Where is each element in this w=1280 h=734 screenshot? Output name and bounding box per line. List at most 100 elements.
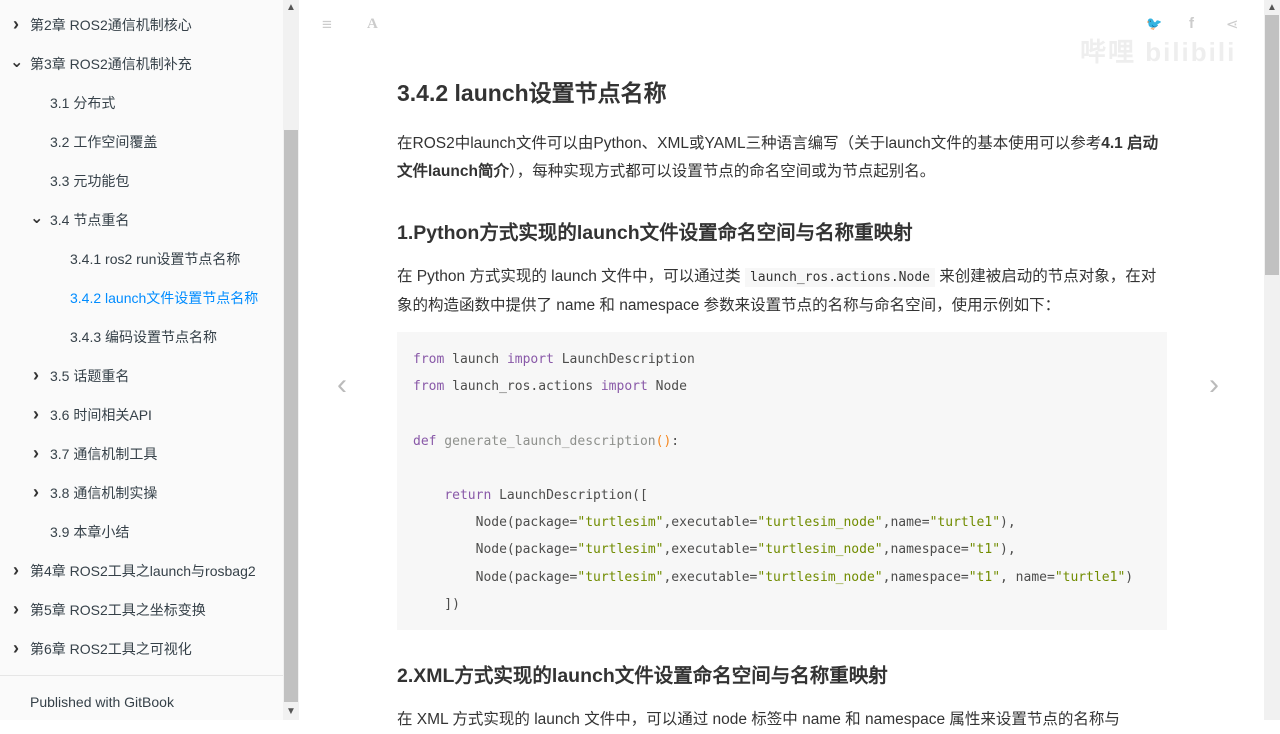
chevron-right-icon[interactable]: › xyxy=(30,482,42,503)
bilibili-watermark: 哔哩 bilibili xyxy=(1080,37,1237,67)
chevron-right-icon[interactable]: › xyxy=(10,560,22,581)
intro-text: 在ROS2中launch文件可以由Python、XML或YAML三种语言编写（关… xyxy=(397,135,1102,152)
code-token-plain: LaunchDescription([ xyxy=(491,487,648,503)
code-token-plain: ,executable= xyxy=(663,515,758,531)
main-scroll-up-icon[interactable]: ▲ xyxy=(1264,2,1280,13)
chevron-down-icon[interactable]: ⌄ xyxy=(10,52,23,72)
code-token-plain: ), xyxy=(1000,542,1016,558)
code-token-plain: ,executable= xyxy=(663,569,758,585)
code-token-plain: Node xyxy=(647,379,687,395)
code-token-str: "turtlesim" xyxy=(577,569,664,585)
code-token-str: "turtlesim_node" xyxy=(757,515,883,531)
sidebar-item-label: 3.4.1 ros2 run设置节点名称 xyxy=(70,250,241,267)
sidebar-item[interactable]: › 3.8 通信机制实操 xyxy=(0,473,283,512)
sidebar-item[interactable]: › 3.7 通信机制工具 xyxy=(0,434,283,473)
scroll-down-icon[interactable]: ▼ xyxy=(283,706,299,717)
sidebar-item[interactable]: 3.4.2 launch文件设置节点名称 xyxy=(0,278,283,317)
code-token-str: "turtlesim" xyxy=(577,542,664,558)
twitter-icon[interactable]: 🐦 xyxy=(1146,16,1162,32)
code-line: ]) xyxy=(413,591,1151,618)
sidebar-item-label: 3.8 通信机制实操 xyxy=(50,484,158,501)
code-line: Node(package="turtlesim",executable="tur… xyxy=(413,536,1151,563)
code-token-plain: ,name= xyxy=(882,515,930,531)
intro-paragraph: 在ROS2中launch文件可以由Python、XML或YAML三种语言编写（关… xyxy=(397,130,1167,186)
code-token-plain: ,executable= xyxy=(663,542,758,558)
chevron-right-icon[interactable]: › xyxy=(30,443,42,464)
code-token-plain: launch_ros.actions xyxy=(444,379,601,395)
next-page-button[interactable]: › xyxy=(1209,368,1219,402)
chevron-right-icon[interactable]: › xyxy=(10,599,22,620)
code-token-kw: return xyxy=(444,487,492,503)
code-token-str: "turtle1" xyxy=(1054,569,1126,585)
sidebar-item[interactable]: › 3.5 话题重名 xyxy=(0,356,283,395)
code-token-fn: generate_launch_description xyxy=(436,433,656,449)
sidebar: › 第2章 ROS2通信机制核心 ⌄ 第3章 ROS2通信机制补充 3.1 分布式 3.2… xyxy=(0,0,299,720)
code-line: return LaunchDescription([ xyxy=(413,482,1151,509)
sidebar-item-label: 3.3 元功能包 xyxy=(50,172,130,189)
code-token-plain: LaunchDescription xyxy=(553,352,695,367)
sidebar-item[interactable]: › 3.6 时间相关API xyxy=(0,395,283,434)
chevron-right-icon[interactable]: › xyxy=(30,365,42,386)
code-token-kw: from xyxy=(413,379,445,395)
code-line: Node(package="turtlesim",executable="tur… xyxy=(413,564,1151,591)
code-line: from launch import LaunchDescription xyxy=(413,346,1151,373)
sidebar-item-label: 3.7 通信机制工具 xyxy=(50,445,158,462)
code-token-str: "turtlesim" xyxy=(577,515,664,531)
prev-page-button[interactable]: ‹ xyxy=(337,368,347,402)
facebook-icon[interactable]: f xyxy=(1189,15,1194,32)
code-token-plain: ), xyxy=(1000,515,1016,531)
sidebar-item[interactable]: ⌄ 第3章 ROS2通信机制补充 xyxy=(0,44,283,83)
sidebar-item[interactable]: 3.1 分布式 xyxy=(0,83,283,122)
code-token-plain: Node(package= xyxy=(413,569,578,585)
sidebar-item-label: 第2章 ROS2通信机制核心 xyxy=(30,16,192,33)
chevron-right-icon[interactable]: › xyxy=(10,14,22,35)
code-token-kw: def xyxy=(413,433,437,449)
sidebar-item[interactable]: ⌄ 3.4 节点重名 xyxy=(0,200,283,239)
code-block[interactable]: from launch import LaunchDescription from… xyxy=(397,332,1167,630)
sidebar-item[interactable]: 3.4.3 编码设置节点名称 xyxy=(0,317,283,356)
sidebar-item-label: 3.2 工作空间覆盖 xyxy=(50,133,158,150)
chevron-right-icon[interactable]: › xyxy=(10,638,22,659)
code-token-plain: ,namespace= xyxy=(882,569,969,585)
code-token-plain: Node(package= xyxy=(413,542,578,558)
sidebar-item[interactable]: 3.4.1 ros2 run设置节点名称 xyxy=(0,239,283,278)
xml-paragraph: 在 XML 方式实现的 launch 文件中，可以通过 node 标签中 nam… xyxy=(397,711,1120,728)
share-icon[interactable]: ⋖ xyxy=(1226,15,1239,33)
page-title: 3.4.2 launch设置节点名称 xyxy=(397,80,667,106)
sidebar-item-label: 3.9 本章小结 xyxy=(50,523,130,540)
sidebar-item[interactable]: 3.9 本章小结 xyxy=(0,512,283,551)
sidebar-item[interactable]: › 第2章 ROS2通信机制核心 xyxy=(0,5,283,44)
code-token-str: "turtle1" xyxy=(929,515,1001,531)
p1-text: 在 Python 方式实现的 launch 文件中，可以通过类 xyxy=(397,268,745,285)
main-scrollbar-thumb[interactable] xyxy=(1265,15,1279,275)
section-heading-python: 1.Python方式实现的launch文件设置命名空间与名称重映射 xyxy=(397,222,913,244)
code-token-plain: Node(package= xyxy=(413,515,578,531)
scroll-up-icon[interactable]: ▲ xyxy=(283,2,299,13)
section-heading-xml: 2.XML方式实现的launch文件设置命名空间与名称重映射 xyxy=(397,665,888,687)
intro-text-end: ），每种实现方式都可以设置节点的命名空间或为节点起别名。 xyxy=(508,163,936,180)
sidebar-item-label: 3.4.2 launch文件设置节点名称 xyxy=(70,289,259,306)
inline-code: launch_ros.actions.Node xyxy=(744,268,935,287)
font-settings-icon[interactable]: A xyxy=(367,16,378,33)
sidebar-item[interactable]: › 第5章 ROS2工具之坐标变换 xyxy=(0,590,283,629)
chevron-right-icon[interactable]: › xyxy=(30,404,42,425)
sidebar-item[interactable]: 3.3 元功能包 xyxy=(0,161,283,200)
code-token-kw: from xyxy=(413,352,445,367)
code-line: Node(package="turtlesim",executable="tur… xyxy=(413,509,1151,536)
sidebar-item-label: 第6章 ROS2工具之可视化 xyxy=(30,640,192,657)
sidebar-item[interactable]: › 第4章 ROS2工具之launch与rosbag2 xyxy=(0,551,283,590)
code-token-kw: import xyxy=(506,352,554,367)
gitbook-footer-link[interactable]: Published with GitBook xyxy=(0,675,283,720)
chevron-down-icon[interactable]: ⌄ xyxy=(30,208,43,228)
sidebar-item[interactable]: 3.2 工作空间覆盖 xyxy=(0,122,283,161)
code-token-str: "turtlesim_node" xyxy=(757,542,883,558)
sidebar-scrollbar-thumb[interactable] xyxy=(284,130,298,702)
sidebar-item-label: 3.4 节点重名 xyxy=(50,211,130,228)
code-token-str: "turtlesim_node" xyxy=(757,569,883,585)
menu-icon[interactable]: ≡ xyxy=(322,15,332,35)
code-token-kw: import xyxy=(600,379,648,395)
sidebar-item-label: 第5章 ROS2工具之坐标变换 xyxy=(30,601,206,618)
sidebar-item[interactable]: › 第6章 ROS2工具之可视化 xyxy=(0,629,283,668)
